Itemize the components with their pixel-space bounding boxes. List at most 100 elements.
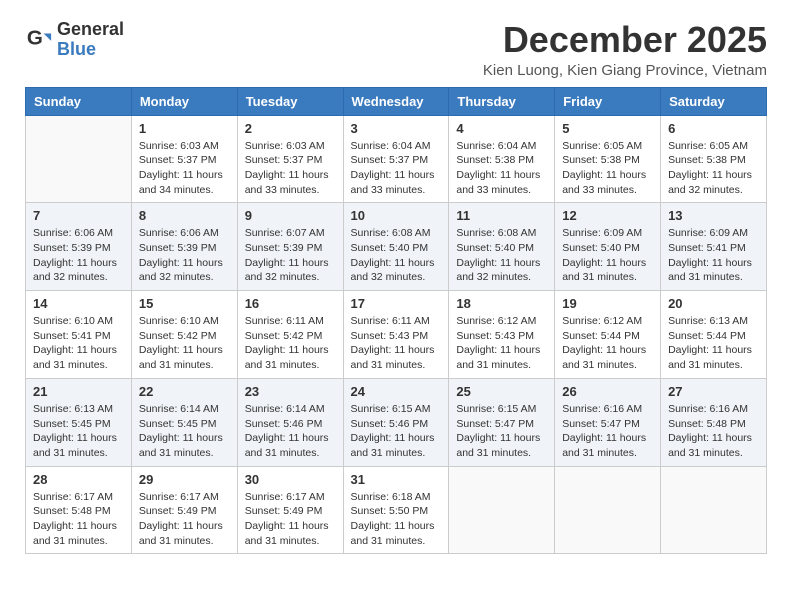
calendar-cell: 4 Sunrise: 6:04 AM Sunset: 5:38 PM Daylig… [449,115,555,203]
calendar-cell: 13 Sunrise: 6:09 AM Sunset: 5:41 PM Dayli… [661,203,767,291]
header-sunday: Sunday [26,87,132,115]
cell-info: Sunrise: 6:17 AM Sunset: 5:49 PM Dayligh… [139,490,230,549]
cell-info: Sunrise: 6:17 AM Sunset: 5:48 PM Dayligh… [33,490,124,549]
day-number: 7 [33,208,124,223]
cell-info: Sunrise: 6:10 AM Sunset: 5:42 PM Dayligh… [139,314,230,373]
calendar-cell: 27 Sunrise: 6:16 AM Sunset: 5:48 PM Dayli… [661,378,767,466]
calendar-cell [26,115,132,203]
calendar-cell: 24 Sunrise: 6:15 AM Sunset: 5:46 PM Dayli… [343,378,449,466]
day-number: 31 [351,472,442,487]
calendar-cell: 28 Sunrise: 6:17 AM Sunset: 5:48 PM Dayli… [26,466,132,554]
cell-info: Sunrise: 6:18 AM Sunset: 5:50 PM Dayligh… [351,490,442,549]
calendar-cell: 9 Sunrise: 6:07 AM Sunset: 5:39 PM Daylig… [237,203,343,291]
day-number: 6 [668,121,759,136]
day-number: 20 [668,296,759,311]
day-number: 13 [668,208,759,223]
calendar-cell: 15 Sunrise: 6:10 AM Sunset: 5:42 PM Dayli… [131,291,237,379]
day-number: 27 [668,384,759,399]
day-number: 2 [245,121,336,136]
location-text: Kien Luong, Kien Giang Province, Vietnam [483,62,767,79]
cell-info: Sunrise: 6:13 AM Sunset: 5:44 PM Dayligh… [668,314,759,373]
cell-info: Sunrise: 6:12 AM Sunset: 5:43 PM Dayligh… [456,314,547,373]
month-title: December 2025 [483,20,767,60]
day-number: 29 [139,472,230,487]
week-row-5: 28 Sunrise: 6:17 AM Sunset: 5:48 PM Dayli… [26,466,767,554]
day-number: 17 [351,296,442,311]
header-saturday: Saturday [661,87,767,115]
calendar-cell: 26 Sunrise: 6:16 AM Sunset: 5:47 PM Dayli… [555,378,661,466]
day-number: 10 [351,208,442,223]
calendar-cell: 11Sunrise: 6:08 AM Sunset: 5:40 PM Dayli… [449,203,555,291]
day-number: 11 [456,208,547,223]
cell-info: Sunrise: 6:16 AM Sunset: 5:47 PM Dayligh… [562,402,653,461]
cell-info: Sunrise: 6:04 AM Sunset: 5:38 PM Dayligh… [456,139,547,198]
calendar-cell: 5 Sunrise: 6:05 AM Sunset: 5:38 PM Daylig… [555,115,661,203]
calendar-table: SundayMondayTuesdayWednesdayThursdayFrid… [25,87,767,555]
calendar-cell: 16 Sunrise: 6:11 AM Sunset: 5:42 PM Dayli… [237,291,343,379]
cell-info: Sunrise: 6:17 AM Sunset: 5:49 PM Dayligh… [245,490,336,549]
cell-info: Sunrise: 6:11 AM Sunset: 5:42 PM Dayligh… [245,314,336,373]
calendar-cell: 17 Sunrise: 6:11 AM Sunset: 5:43 PM Dayli… [343,291,449,379]
cell-info: Sunrise: 6:07 AM Sunset: 5:39 PM Dayligh… [245,226,336,285]
day-number: 25 [456,384,547,399]
cell-info: Sunrise: 6:09 AM Sunset: 5:41 PM Dayligh… [668,226,759,285]
calendar-cell: 23 Sunrise: 6:14 AM Sunset: 5:46 PM Dayli… [237,378,343,466]
day-number: 18 [456,296,547,311]
page-header: G General Blue December 2025 Kien Luong,… [25,20,767,79]
calendar-cell: 12 Sunrise: 6:09 AM Sunset: 5:40 PM Dayli… [555,203,661,291]
day-number: 28 [33,472,124,487]
calendar-cell [449,466,555,554]
calendar-cell: 20 Sunrise: 6:13 AM Sunset: 5:44 PM Dayli… [661,291,767,379]
cell-info: Sunrise: 6:15 AM Sunset: 5:47 PM Dayligh… [456,402,547,461]
cell-info: Sunrise: 6:05 AM Sunset: 5:38 PM Dayligh… [562,139,653,198]
cell-info: Sunrise: 6:14 AM Sunset: 5:46 PM Dayligh… [245,402,336,461]
day-number: 4 [456,121,547,136]
day-number: 1 [139,121,230,136]
day-number: 19 [562,296,653,311]
calendar-cell [661,466,767,554]
calendar-cell: 31 Sunrise: 6:18 AM Sunset: 5:50 PM Dayli… [343,466,449,554]
calendar-cell: 29 Sunrise: 6:17 AM Sunset: 5:49 PM Dayli… [131,466,237,554]
day-number: 30 [245,472,336,487]
header-wednesday: Wednesday [343,87,449,115]
day-number: 3 [351,121,442,136]
calendar-cell: 18 Sunrise: 6:12 AM Sunset: 5:43 PM Dayli… [449,291,555,379]
day-number: 16 [245,296,336,311]
cell-info: Sunrise: 6:03 AM Sunset: 5:37 PM Dayligh… [139,139,230,198]
cell-info: Sunrise: 6:12 AM Sunset: 5:44 PM Dayligh… [562,314,653,373]
week-row-1: 1 Sunrise: 6:03 AM Sunset: 5:37 PM Daylig… [26,115,767,203]
cell-info: Sunrise: 6:05 AM Sunset: 5:38 PM Dayligh… [668,139,759,198]
calendar-cell: 22Sunrise: 6:14 AM Sunset: 5:45 PM Dayli… [131,378,237,466]
cell-info: Sunrise: 6:15 AM Sunset: 5:46 PM Dayligh… [351,402,442,461]
day-number: 12 [562,208,653,223]
day-number: 21 [33,384,124,399]
cell-info: Sunrise: 6:13 AM Sunset: 5:45 PM Dayligh… [33,402,124,461]
day-number: 14 [33,296,124,311]
day-number: 9 [245,208,336,223]
cell-info: Sunrise: 6:09 AM Sunset: 5:40 PM Dayligh… [562,226,653,285]
day-number: 15 [139,296,230,311]
calendar-cell: 7Sunrise: 6:06 AM Sunset: 5:39 PM Daylig… [26,203,132,291]
calendar-cell: 21 Sunrise: 6:13 AM Sunset: 5:45 PM Dayli… [26,378,132,466]
logo-icon: G [25,26,53,54]
calendar-cell: 19 Sunrise: 6:12 AM Sunset: 5:44 PM Dayli… [555,291,661,379]
title-block: December 2025 Kien Luong, Kien Giang Pro… [483,20,767,79]
day-number: 26 [562,384,653,399]
calendar-cell: 30 Sunrise: 6:17 AM Sunset: 5:49 PM Dayli… [237,466,343,554]
day-number: 24 [351,384,442,399]
header-tuesday: Tuesday [237,87,343,115]
day-number: 5 [562,121,653,136]
svg-text:G: G [27,26,43,49]
calendar-cell: 8Sunrise: 6:06 AM Sunset: 5:39 PM Daylig… [131,203,237,291]
cell-info: Sunrise: 6:14 AM Sunset: 5:45 PM Dayligh… [139,402,230,461]
cell-info: Sunrise: 6:10 AM Sunset: 5:41 PM Dayligh… [33,314,124,373]
cell-info: Sunrise: 6:16 AM Sunset: 5:48 PM Dayligh… [668,402,759,461]
calendar-cell: 3Sunrise: 6:04 AM Sunset: 5:37 PM Daylig… [343,115,449,203]
calendar-cell: 1 Sunrise: 6:03 AM Sunset: 5:37 PM Daylig… [131,115,237,203]
week-row-4: 21 Sunrise: 6:13 AM Sunset: 5:45 PM Dayli… [26,378,767,466]
cell-info: Sunrise: 6:08 AM Sunset: 5:40 PM Dayligh… [351,226,442,285]
day-number: 23 [245,384,336,399]
calendar-cell: 2Sunrise: 6:03 AM Sunset: 5:37 PM Daylig… [237,115,343,203]
cell-info: Sunrise: 6:11 AM Sunset: 5:43 PM Dayligh… [351,314,442,373]
logo: G General Blue [25,20,124,60]
